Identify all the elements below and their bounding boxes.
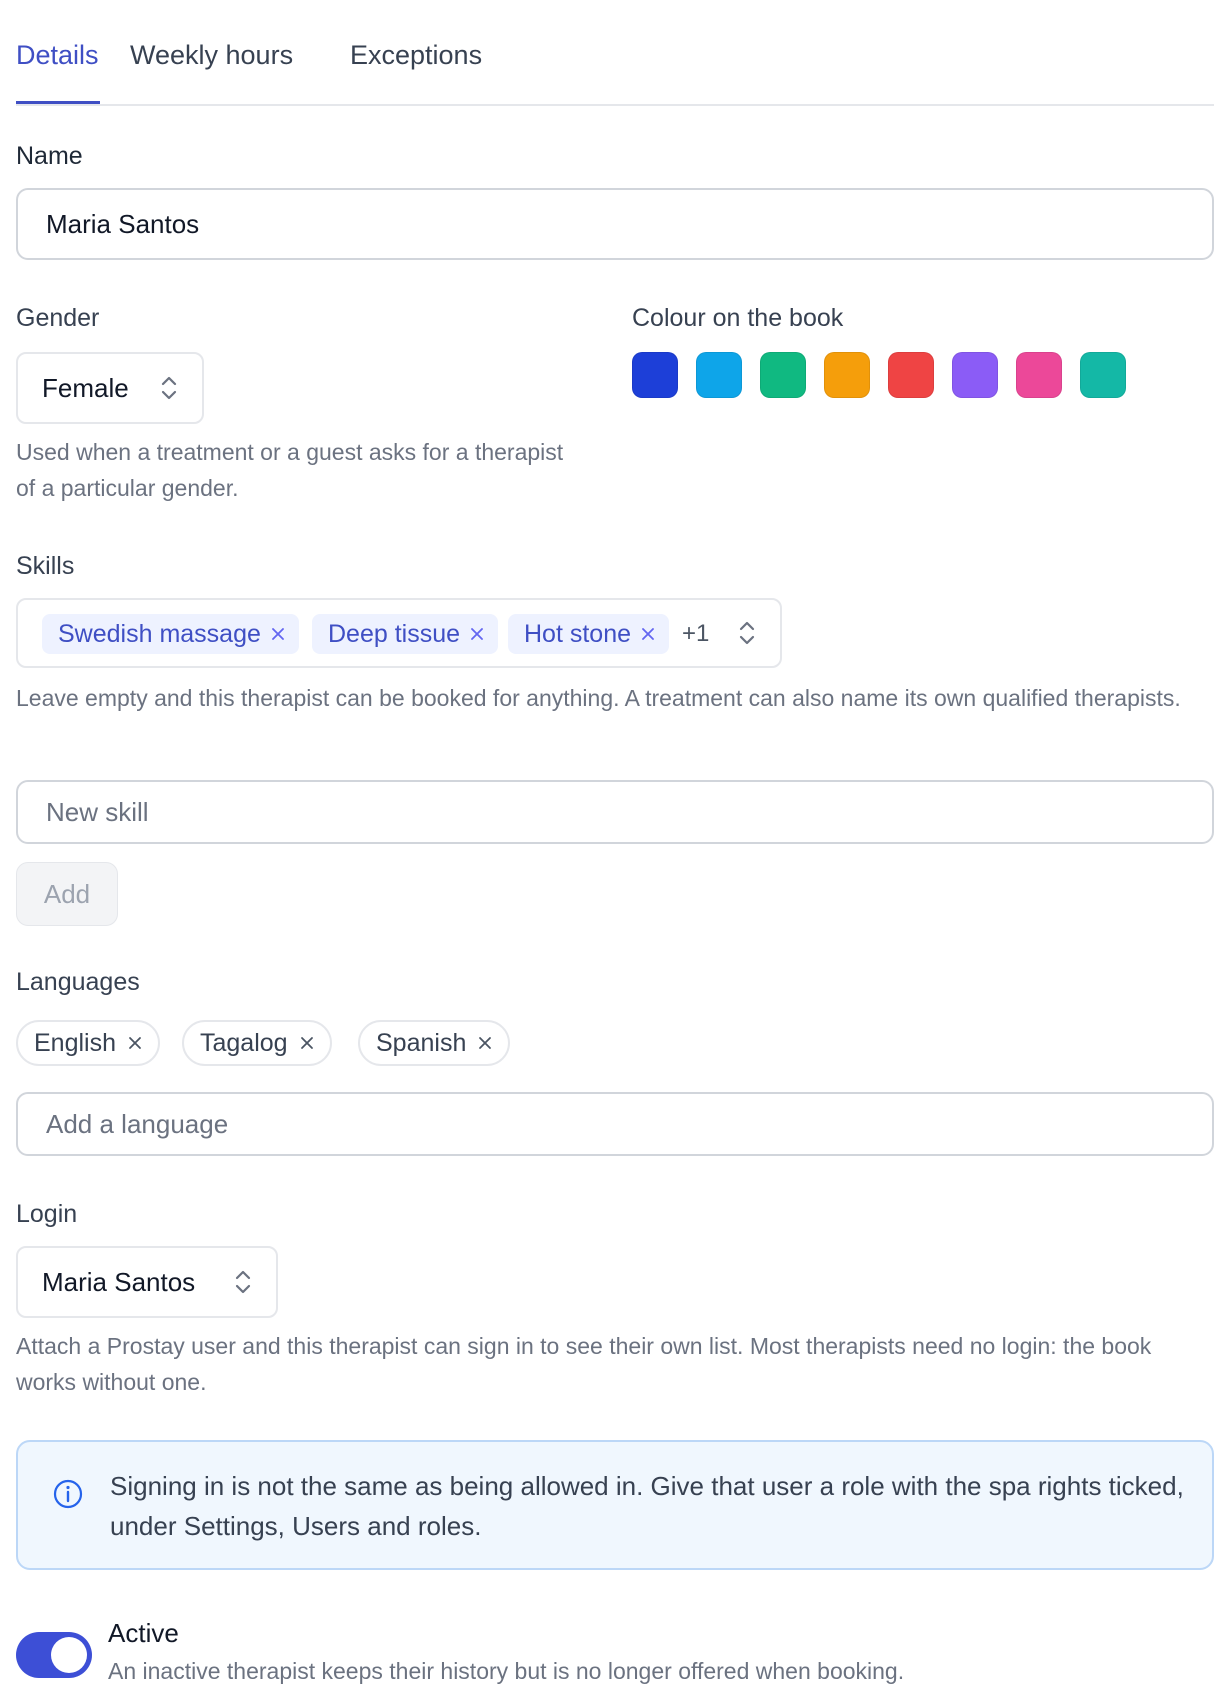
login-select[interactable]: Maria Santos — [16, 1246, 278, 1318]
login-help: Attach a Prostay user and this therapist… — [16, 1333, 1152, 1395]
language-pill-label: Tagalog — [200, 1028, 288, 1057]
colour-swatch-1[interactable] — [632, 352, 678, 398]
close-icon[interactable] — [641, 627, 655, 641]
login-value: Maria Santos — [42, 1266, 196, 1297]
active-label: Active — [108, 1618, 179, 1648]
skill-chip[interactable]: Swedish massage — [42, 614, 299, 654]
skills-multiselect[interactable]: Swedish massage Deep tissue Hot stone +1 — [16, 598, 782, 668]
skill-chip-label: Deep tissue — [328, 619, 461, 648]
gender-label: Gender — [16, 304, 100, 332]
login-label: Login — [16, 1200, 78, 1228]
skill-chip-label: Hot stone — [524, 619, 632, 648]
info-callout: Signing in is not the same as being allo… — [16, 1440, 1214, 1570]
skills-label: Skills — [16, 552, 75, 580]
language-pill[interactable]: Tagalog — [182, 1020, 332, 1066]
colour-swatch-8[interactable] — [1080, 352, 1126, 398]
skill-chip[interactable]: Deep tissue — [312, 614, 499, 654]
name-label: Name — [16, 142, 83, 170]
skills-help: Leave empty and this therapist can be bo… — [16, 685, 1181, 711]
close-icon[interactable] — [128, 1036, 142, 1050]
colour-swatch-2[interactable] — [696, 352, 742, 398]
gender-select[interactable]: Female — [16, 352, 204, 424]
colour-swatch-4[interactable] — [824, 352, 870, 398]
active-toggle[interactable] — [16, 1632, 92, 1678]
language-pill[interactable]: English — [16, 1020, 160, 1066]
add-language-input[interactable] — [16, 1092, 1214, 1156]
colour-swatch-3[interactable] — [760, 352, 806, 398]
colour-swatch-6[interactable] — [952, 352, 998, 398]
close-icon[interactable] — [470, 627, 484, 641]
active-tab-indicator — [16, 101, 100, 104]
language-pill-label: Spanish — [376, 1028, 467, 1057]
skills-more-count: +1 — [682, 620, 710, 647]
tab-bar: Details Weekly hours Exceptions — [16, 0, 1214, 106]
chevron-up-down-icon — [161, 376, 177, 400]
new-skill-input[interactable] — [16, 780, 1214, 844]
gender-value: Female — [42, 372, 129, 403]
info-text: Signing in is not the same as being allo… — [110, 1471, 1184, 1541]
chevron-up-down-icon — [739, 621, 755, 645]
colour-label: Colour on the book — [632, 304, 844, 332]
info-icon — [53, 1479, 83, 1509]
colour-swatch-5[interactable] — [888, 352, 934, 398]
toggle-knob — [51, 1637, 87, 1673]
language-pill-label: English — [34, 1028, 116, 1057]
colour-swatches — [632, 352, 1126, 398]
chevron-up-down-icon — [235, 1270, 251, 1294]
skill-chip-label: Swedish massage — [58, 619, 261, 648]
active-help: An inactive therapist keeps their histor… — [108, 1658, 905, 1684]
tab-details[interactable]: Details — [16, 40, 99, 71]
languages-label: Languages — [16, 968, 140, 996]
add-skill-button[interactable]: Add — [16, 862, 118, 926]
close-icon[interactable] — [271, 627, 285, 641]
gender-help: Used when a treatment or a guest asks fo… — [16, 439, 564, 501]
skill-chip[interactable]: Hot stone — [508, 614, 670, 654]
close-icon[interactable] — [300, 1036, 314, 1050]
tab-exceptions[interactable]: Exceptions — [350, 40, 482, 71]
language-pill[interactable]: Spanish — [358, 1020, 511, 1066]
colour-swatch-7[interactable] — [1016, 352, 1062, 398]
name-input[interactable] — [16, 188, 1214, 260]
close-icon[interactable] — [478, 1036, 492, 1050]
tab-weekly-hours[interactable]: Weekly hours — [130, 40, 293, 71]
